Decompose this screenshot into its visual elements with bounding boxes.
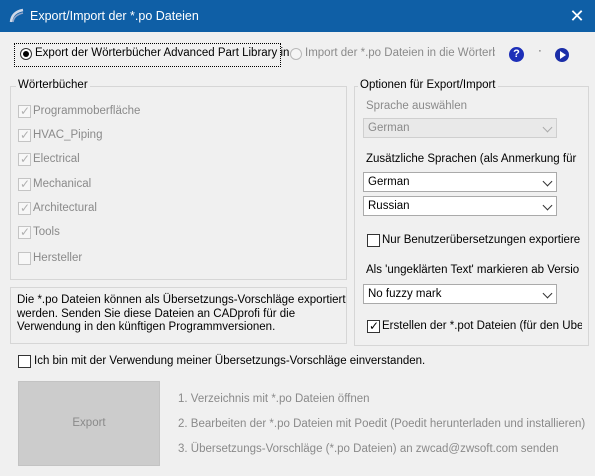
language-select-value: German — [368, 122, 410, 134]
step-send-email[interactable]: 3. Übersetzungs-Vorschläge (*.po Dateien… — [178, 443, 559, 455]
dictionary-checkbox-hvac-piping[interactable]: ✓ — [18, 128, 31, 142]
language-label: Sprache auswählen — [366, 100, 468, 112]
create-pot-label: Erstellen der *.pot Dateien (für den Übe… — [382, 320, 582, 332]
consent-checkbox[interactable] — [18, 355, 31, 368]
chevron-down-icon — [542, 176, 553, 187]
chevron-down-icon — [542, 288, 553, 299]
create-pot-checkbox[interactable]: ✓ — [367, 319, 380, 333]
dictionaries-title: Wörterbücher — [16, 79, 90, 91]
fuzzy-version-value: No fuzzy mark — [368, 288, 442, 300]
dictionary-checkbox-programmoberflaeche[interactable]: ✓ — [18, 104, 31, 118]
dictionary-label: Electrical — [33, 153, 80, 165]
export-radio[interactable] — [20, 48, 32, 60]
chevron-down-icon — [542, 122, 553, 133]
chevron-down-icon — [542, 200, 553, 211]
additional-language-value-2: Russian — [368, 200, 410, 212]
export-button[interactable]: Export — [18, 381, 160, 466]
only-user-translations-label: Nur Benutzerübersetzungen exportieren — [382, 234, 580, 246]
only-user-translations-checkbox[interactable] — [367, 234, 380, 247]
separator-dot: · — [538, 45, 542, 57]
window-title: Export/Import der *.po Dateien — [30, 9, 199, 23]
dictionary-checkbox-electrical[interactable]: ✓ — [18, 152, 31, 166]
dictionary-label: Tools — [33, 226, 60, 238]
import-radio-label[interactable]: Import der *.po Dateien in die Wörterbü — [305, 47, 495, 59]
dictionary-checkbox-tools[interactable]: ✓ — [18, 225, 31, 239]
additional-languages-label: Zusätzliche Sprachen (als Anmerkung für — [366, 153, 577, 165]
dictionary-label: Architectural — [33, 202, 97, 214]
dictionary-label: Hersteller — [33, 252, 83, 264]
import-radio[interactable] — [290, 48, 302, 60]
step-open-folder[interactable]: 1. Verzeichnis mit *.po Dateien öffnen — [178, 393, 370, 405]
info-text: Die *.po Dateien können als Übersetzungs… — [17, 294, 346, 333]
dictionary-label: Programmoberfläche — [33, 105, 141, 117]
additional-language-select-2[interactable]: Russian — [363, 196, 557, 216]
title-bar: Export/Import der *.po Dateien ✕ — [0, 0, 595, 32]
additional-language-value-1: German — [368, 176, 410, 188]
dictionary-checkbox-mechanical[interactable]: ✓ — [18, 177, 31, 191]
consent-label: Ich bin mit der Verwendung meiner Überse… — [34, 355, 426, 367]
additional-language-select-1[interactable]: German — [363, 172, 557, 192]
options-title: Optionen für Export/Import — [358, 79, 498, 91]
dictionary-label: HVAC_Piping — [33, 129, 103, 141]
export-radio-label[interactable]: Export der Wörterbücher Advanced Part Li… — [35, 47, 289, 59]
fuzzy-version-label: Als 'ungeklärten Text' markieren ab Vers… — [366, 264, 580, 276]
dictionary-checkbox-architectural[interactable]: ✓ — [18, 201, 31, 215]
step-edit-poedit[interactable]: 2. Bearbeiten der *.po Dateien mit Poedi… — [178, 418, 585, 430]
app-icon — [9, 8, 24, 23]
fuzzy-version-select[interactable]: No fuzzy mark — [363, 284, 557, 304]
dictionary-label: Mechanical — [33, 178, 92, 190]
help-icon[interactable]: ? — [509, 47, 524, 62]
dictionary-checkbox-hersteller[interactable] — [18, 252, 31, 265]
play-icon[interactable] — [555, 48, 569, 62]
close-button[interactable]: ✕ — [562, 4, 592, 28]
language-select[interactable]: German — [363, 118, 557, 138]
